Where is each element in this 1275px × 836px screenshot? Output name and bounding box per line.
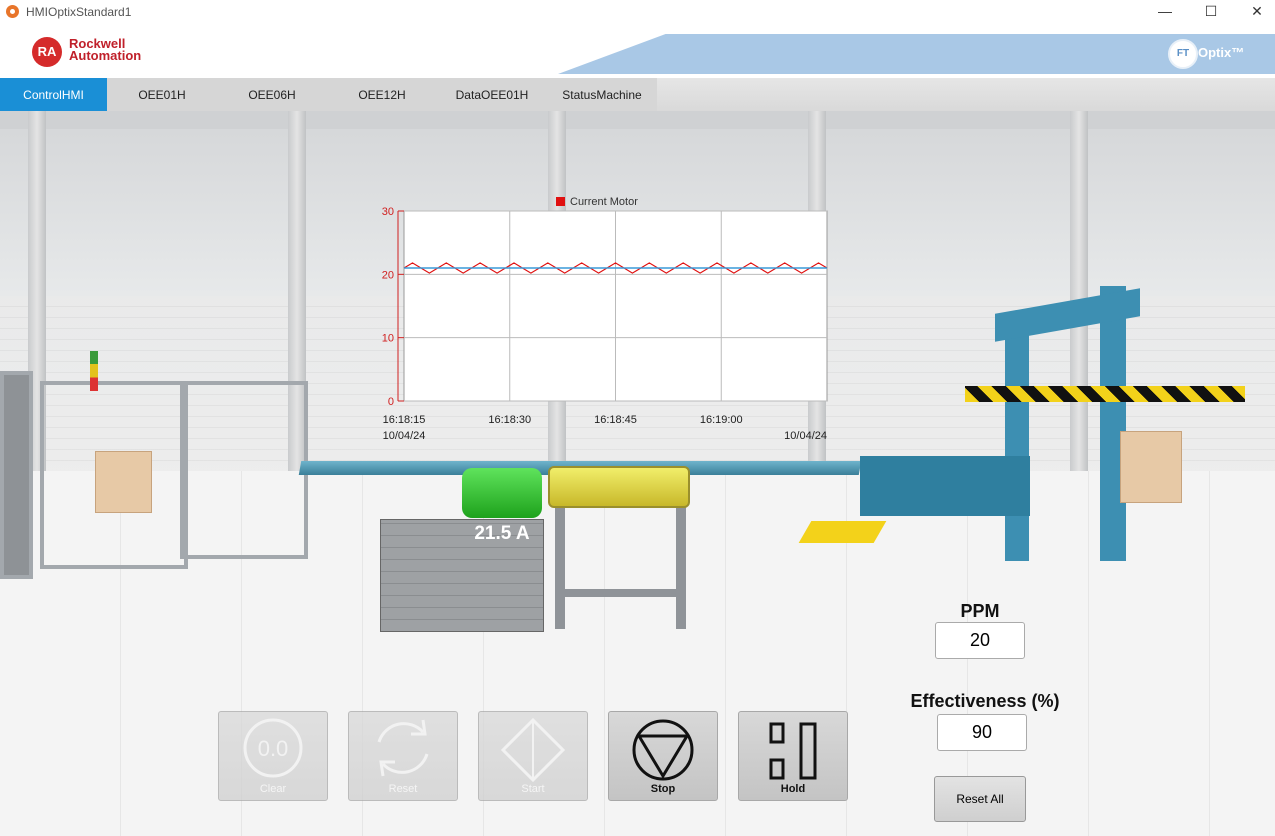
cardboard-box: [95, 451, 152, 513]
x-tick-label: 16:19:00: [700, 414, 743, 426]
y-tick-label: 20: [382, 269, 394, 281]
clear-label: Clear: [259, 783, 287, 795]
reset-all-button[interactable]: Reset All: [934, 776, 1026, 822]
maximize-button[interactable]: ☐: [1188, 0, 1234, 24]
window-titlebar: HMIOptixStandard1 — ☐ ✕: [0, 0, 1275, 24]
ppm-label: PPM: [960, 601, 1000, 621]
rockwell-logo-text: Rockwell Automation: [69, 37, 142, 63]
close-button[interactable]: ✕: [1234, 0, 1275, 24]
ft-optix-logo-icon: FT: [1168, 39, 1198, 69]
x-date-right: 10/04/24: [784, 430, 827, 442]
motor-current-readout: 21.5 A: [474, 523, 530, 544]
hold-label: Hold: [780, 783, 806, 795]
floor-yellow-plate: [798, 521, 887, 543]
start-icon: [500, 717, 566, 783]
tab-controlhmi[interactable]: ControlHMI: [0, 78, 107, 111]
y-tick-label: 10: [382, 333, 394, 345]
start-label: Start: [521, 783, 545, 795]
hold-icon: [769, 722, 817, 780]
stop-label: Stop: [650, 783, 676, 795]
factory-scene: 21.5 A Current Motor 0 10 20 30 16:18:15 16:18…: [0, 111, 1275, 836]
effectiveness-label: Effectiveness (%): [910, 691, 1060, 711]
rockwell-logo-icon: RA: [32, 37, 62, 67]
palletizer-column: [1100, 286, 1126, 561]
effectiveness-value-field: 90: [937, 714, 1027, 751]
hold-button[interactable]: Hold: [738, 711, 848, 801]
hazard-rail: [965, 386, 1245, 402]
machine-frame: [180, 381, 308, 559]
tab-dataoee01h[interactable]: DataOEE01H: [437, 78, 547, 111]
legend-swatch: [556, 197, 565, 206]
stop-icon: [632, 719, 694, 781]
y-tick-label: 0: [388, 396, 394, 408]
machine-cabinet: [0, 371, 33, 579]
cylinder-stand: [555, 499, 565, 629]
stacked-boxes: [1120, 431, 1182, 503]
clear-icon: 0.0: [243, 718, 303, 778]
cylinder-stand: [676, 499, 686, 629]
x-tick-label: 16:18:30: [488, 414, 531, 426]
stack-light: [90, 351, 98, 391]
minimize-button[interactable]: —: [1142, 0, 1188, 24]
palletizer-base: [860, 456, 1030, 516]
window-title: HMIOptixStandard1: [26, 5, 132, 19]
legend-label: Current Motor: [570, 196, 638, 208]
cylinder-stand: [555, 589, 686, 597]
clear-icon-text: 0.0: [258, 736, 289, 761]
tab-oee12h[interactable]: OEE12H: [327, 78, 437, 111]
x-tick-label: 16:18:15: [383, 414, 426, 426]
palletizer-column: [1005, 331, 1029, 561]
logo-line2: Automation: [69, 48, 142, 63]
x-date-left: 10/04/24: [383, 430, 426, 442]
start-button[interactable]: Start: [478, 711, 588, 801]
header-banner: RA Rockwell Automation FT Optix™: [0, 24, 1275, 78]
tab-oee01h[interactable]: OEE01H: [107, 78, 217, 111]
tab-oee06h[interactable]: OEE06H: [217, 78, 327, 111]
stop-button[interactable]: Stop: [608, 711, 718, 801]
ft-optix-text: Optix™: [1198, 45, 1245, 60]
packaging-machine: [0, 351, 330, 621]
reset-label: Reset: [388, 783, 418, 795]
palletizer: [798, 281, 1275, 581]
current-motor-chart: Current Motor 0 10 20 30 16:18:15 16:18:30 16:1…: [382, 196, 828, 442]
green-motor[interactable]: [462, 468, 542, 518]
ppm-value-field: 20: [935, 622, 1025, 659]
tab-statusmachine[interactable]: StatusMachine: [547, 78, 657, 111]
app-icon: [6, 5, 19, 18]
yellow-cylinder: [548, 466, 690, 508]
y-tick-label: 30: [382, 206, 394, 218]
reset-icon: [377, 719, 429, 777]
x-tick-label: 16:18:45: [594, 414, 637, 426]
clear-button[interactable]: 0.0 Clear: [218, 711, 328, 801]
tab-bar: ControlHMI OEE01H OEE06H OEE12H DataOEE0…: [0, 78, 1275, 111]
reset-button[interactable]: Reset: [348, 711, 458, 801]
